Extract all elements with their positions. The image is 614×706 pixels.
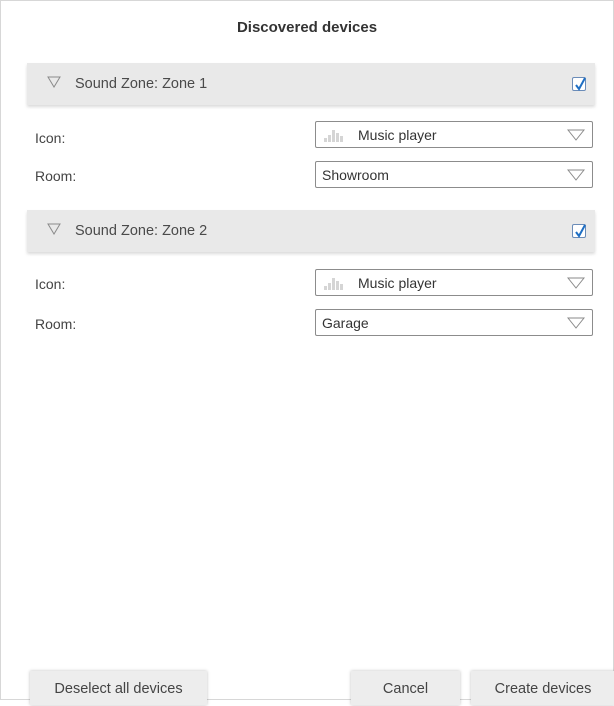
chevron-down-icon [567, 317, 585, 329]
collapse-triangle-icon[interactable] [47, 76, 61, 88]
zone-1-checkbox[interactable] [572, 77, 586, 91]
icon-select[interactable]: Music player [315, 121, 593, 148]
equalizer-icon [324, 130, 343, 142]
chevron-down-icon [567, 277, 585, 289]
dialog-title: Discovered devices [236, 19, 378, 36]
zone-header-zone-1[interactable]: Sound Zone: Zone 1 [27, 63, 595, 105]
checkmark-icon [575, 77, 586, 91]
room-select-value: Garage [322, 315, 369, 331]
room-select[interactable]: Garage [315, 309, 593, 336]
room-select[interactable]: Showroom [315, 161, 593, 188]
icon-select-value: Music player [358, 127, 437, 143]
zone-title: Sound Zone: Zone 2 [75, 223, 208, 239]
icon-label: Icon: [35, 276, 66, 292]
chevron-down-icon [567, 169, 585, 181]
room-select-value: Showroom [322, 167, 389, 183]
icon-select-value: Music player [358, 275, 437, 291]
collapse-triangle-icon[interactable] [47, 223, 61, 235]
icon-label: Icon: [35, 130, 66, 146]
equalizer-icon [324, 278, 343, 290]
zone-2-checkbox[interactable] [572, 224, 586, 238]
zone-title: Sound Zone: Zone 1 [75, 76, 208, 92]
discovered-devices-dialog: Discovered devices Sound Zone: Zone 1 Ic… [0, 0, 614, 705]
zone-header-zone-2[interactable]: Sound Zone: Zone 2 [27, 210, 595, 252]
chevron-down-icon [567, 129, 585, 141]
icon-select[interactable]: Music player [315, 269, 593, 296]
room-label: Room: [35, 168, 77, 184]
checkmark-icon [575, 224, 586, 238]
room-label: Room: [35, 316, 77, 332]
